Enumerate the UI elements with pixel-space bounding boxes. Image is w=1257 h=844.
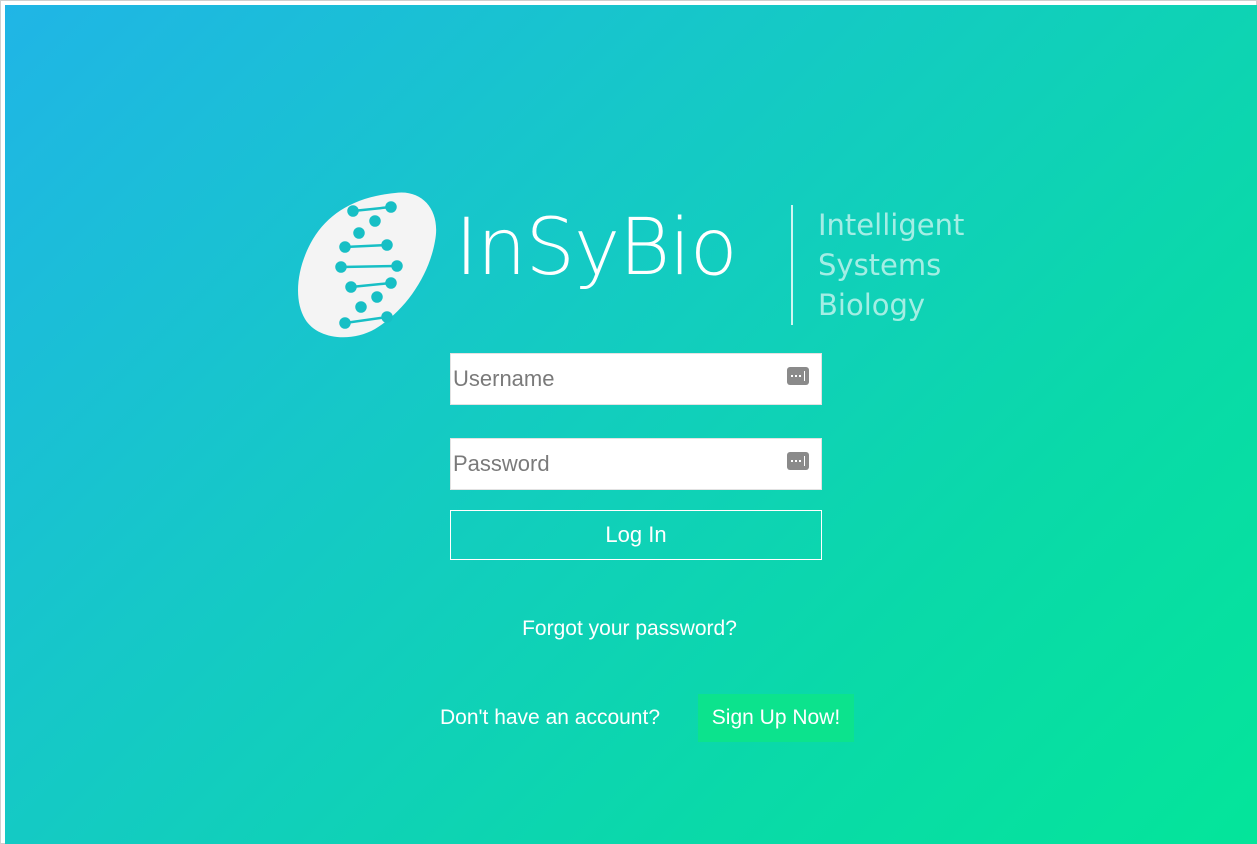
logo-divider — [791, 205, 793, 325]
password-manager-key-icon[interactable] — [787, 367, 809, 385]
page-frame: InSyBio Intelligent Systems Biology Log … — [0, 0, 1257, 844]
no-account-text: Don't have an account? — [440, 706, 660, 729]
username-input[interactable] — [451, 354, 783, 404]
password-input[interactable] — [451, 439, 783, 489]
password-manager-key-icon[interactable] — [787, 452, 809, 470]
logo-tagline: Intelligent Systems Biology — [818, 205, 964, 325]
tagline-line: Systems — [818, 248, 942, 282]
password-field[interactable] — [450, 438, 822, 490]
brand-name: InSyBio — [455, 203, 738, 293]
tagline-line: Biology — [818, 288, 926, 322]
username-field[interactable] — [450, 353, 822, 405]
dna-helix-icon — [298, 192, 437, 338]
insybio-logo: InSyBio Intelligent Systems Biology — [295, 191, 985, 341]
signup-link[interactable]: Sign Up Now! — [698, 694, 854, 742]
tagline-line: Intelligent — [818, 208, 965, 242]
login-button[interactable]: Log In — [450, 510, 822, 560]
forgot-password-link[interactable]: Forgot your password? — [1, 617, 1257, 641]
